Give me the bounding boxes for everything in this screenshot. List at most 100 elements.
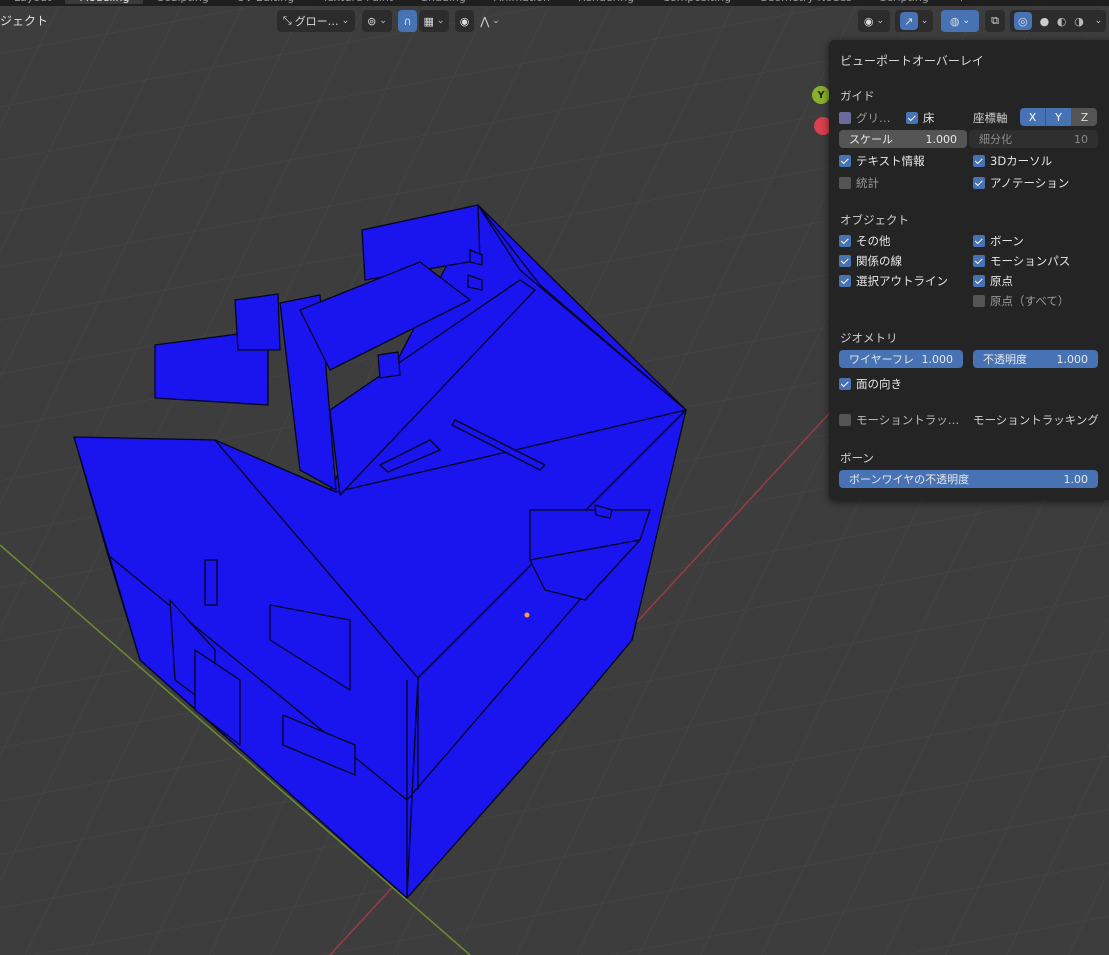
text-info-checkbox[interactable]: テキスト情報: [839, 153, 925, 169]
bones-label: ボーン: [990, 234, 1024, 248]
chevron-down-icon: ⌄: [962, 16, 971, 26]
wireframe-opacity-value: 1.000: [1056, 352, 1089, 366]
chevron-down-icon: ⌄: [492, 16, 500, 26]
viewport-header: ジェクト ⤡ グロー… ⌄ ⊚ ⌄ ∩ ▦ ⌄ ◉ ⋀ ⌄ ◉ ⌄ ↗ ⌄ ◍ ⌄ ⧉ ◎ …: [0, 6, 1109, 34]
bone-wire-opacity-label: ボーンワイヤの不透明度: [849, 473, 970, 486]
axis-z-toggle[interactable]: Z: [1072, 108, 1097, 126]
overlay-dropdown[interactable]: ◍ ⌄: [941, 10, 979, 32]
solid-shading-icon[interactable]: ●: [1040, 15, 1050, 28]
workspace-tab[interactable]: Animation: [480, 0, 564, 4]
wireframe-value: 1.000: [921, 352, 954, 366]
snap-toggle-button[interactable]: ∩: [398, 10, 417, 32]
relationship-lines-checkbox[interactable]: 関係の線: [839, 253, 902, 269]
checkbox-unchecked-icon: [839, 177, 851, 189]
checkbox-checked-icon: [906, 112, 918, 124]
proportional-edit-button[interactable]: ◉: [455, 10, 474, 32]
viewport-overlays-popover: ビューポートオーバーレイ ガイド グリ… 床 座標軸 X Y Z スケール 1.…: [829, 40, 1109, 500]
pivot-icon: ⊚: [367, 14, 377, 28]
relationship-lines-label: 関係の線: [856, 254, 902, 268]
xray-icon: ⧉: [991, 14, 999, 27]
text-info-label: テキスト情報: [856, 154, 925, 168]
motion-tracking-checkbox[interactable]: モーショントラッ…: [839, 412, 959, 428]
gizmo-y-axis[interactable]: Y: [812, 86, 830, 104]
rendered-shading-icon[interactable]: ◑: [1074, 15, 1084, 28]
origins-all-label: 原点（すべて）: [990, 294, 1070, 308]
workspace-tab[interactable]: Compositing: [648, 0, 745, 4]
grid-label: グリ…: [856, 111, 891, 125]
falloff-curve-icon: ⋀: [480, 14, 490, 28]
checkbox-unchecked-icon: [973, 295, 985, 307]
workspace-tab[interactable]: Scripting: [866, 0, 943, 4]
magnet-icon: ∩: [403, 14, 412, 28]
motion-tracking-label: モーショントラッキング: [973, 413, 1099, 427]
objects-heading: オブジェクト: [840, 213, 909, 227]
falloff-dropdown[interactable]: ⋀ ⌄: [476, 10, 504, 32]
grid-subdivisions-label: 細分化: [979, 133, 1012, 146]
checkbox-checked-icon: [839, 275, 851, 287]
workspace-tab[interactable]: Texture Paint: [308, 0, 407, 4]
object-origin: [524, 612, 530, 618]
origins-label: 原点: [990, 274, 1013, 288]
snap-target-dropdown[interactable]: ▦ ⌄: [419, 10, 449, 32]
axes-label: 座標軸: [973, 111, 1008, 125]
bones-checkbox[interactable]: ボーン: [973, 233, 1024, 249]
wireframe-opacity-field[interactable]: 不透明度 1.000: [973, 350, 1098, 368]
wireframe-shading-icon[interactable]: ◎: [1013, 12, 1032, 30]
axis-y-toggle[interactable]: Y: [1046, 108, 1072, 126]
extras-checkbox[interactable]: その他: [839, 233, 891, 249]
visibility-dropdown[interactable]: ◉ ⌄: [858, 10, 890, 32]
grid-scale-value: 1.000: [925, 132, 958, 146]
floor-checkbox[interactable]: 床: [906, 110, 935, 126]
face-orientation-checkbox[interactable]: 面の向き: [839, 376, 902, 392]
pivot-point-dropdown[interactable]: ⊚ ⌄: [362, 10, 392, 32]
wireframe-field[interactable]: ワイヤーフレ 1.000: [839, 350, 963, 368]
material-shading-icon[interactable]: ◐: [1057, 15, 1067, 28]
xray-toggle-button[interactable]: ⧉: [985, 10, 1005, 32]
workspace-tab[interactable]: Shading: [407, 0, 480, 4]
checkbox-checked-icon: [973, 177, 985, 189]
statistics-label: 統計: [856, 176, 879, 190]
orientation-label: グロー…: [294, 15, 339, 28]
checkbox-checked-icon: [839, 378, 851, 390]
grid-checkbox[interactable]: グリ…: [839, 110, 891, 126]
workspace-tab[interactable]: UV Editing: [223, 0, 308, 4]
chevron-down-icon: ⌄: [341, 16, 350, 26]
workspace-tab[interactable]: +: [943, 0, 980, 4]
axis-x-toggle[interactable]: X: [1020, 108, 1046, 126]
object-mode-menu[interactable]: ジェクト: [0, 12, 48, 29]
proportional-edit-icon: ◉: [459, 14, 470, 28]
workspace-tab[interactable]: Layout: [0, 0, 65, 4]
chevron-down-icon: ⌄: [920, 16, 929, 26]
annotation-checkbox[interactable]: アノテーション: [973, 175, 1069, 191]
annotation-label: アノテーション: [990, 176, 1070, 190]
3d-cursor-checkbox[interactable]: 3Dカーソル: [973, 153, 1052, 169]
workspace-tab[interactable]: Sculpting: [143, 0, 222, 4]
floor-label: 床: [923, 111, 935, 125]
checkbox-checked-icon: [839, 155, 851, 167]
axes-toggle-group: X Y Z: [1020, 108, 1097, 126]
origins-all-checkbox[interactable]: 原点（すべて）: [973, 293, 1069, 309]
motion-paths-checkbox[interactable]: モーションパス: [973, 253, 1070, 269]
guides-heading: ガイド: [840, 89, 875, 103]
checkbox-checked-icon: [973, 235, 985, 247]
popover-title: ビューポートオーバーレイ: [840, 54, 984, 68]
transform-orientation-dropdown[interactable]: ⤡ グロー… ⌄: [277, 10, 355, 32]
chevron-down-icon: ⌄: [436, 16, 445, 26]
chevron-down-icon: ⌄: [379, 16, 387, 26]
origins-checkbox[interactable]: 原点: [973, 273, 1013, 289]
outline-selected-checkbox[interactable]: 選択アウトライン: [839, 273, 948, 289]
bone-wire-opacity-field[interactable]: ボーンワイヤの不透明度 1.00: [839, 470, 1098, 488]
grid-scale-label: スケール: [849, 133, 893, 146]
workspace-tab[interactable]: Modeling: [65, 0, 144, 4]
grid-scale-field[interactable]: スケール 1.000: [839, 130, 967, 148]
workspace-tab[interactable]: Geometry Nodes: [745, 0, 866, 4]
chevron-down-icon[interactable]: ⌄: [1095, 16, 1103, 26]
grid-subdivisions-value: 10: [1074, 132, 1088, 146]
grid-subdivisions-field[interactable]: 細分化 10: [969, 130, 1098, 148]
workspace-tab[interactable]: Rendering: [564, 0, 648, 4]
statistics-checkbox[interactable]: 統計: [839, 175, 879, 191]
checkbox-checked-icon: [839, 255, 851, 267]
extras-label: その他: [856, 234, 891, 248]
gizmo-dropdown[interactable]: ↗ ⌄: [895, 10, 933, 32]
eye-icon: ◉: [863, 14, 874, 28]
